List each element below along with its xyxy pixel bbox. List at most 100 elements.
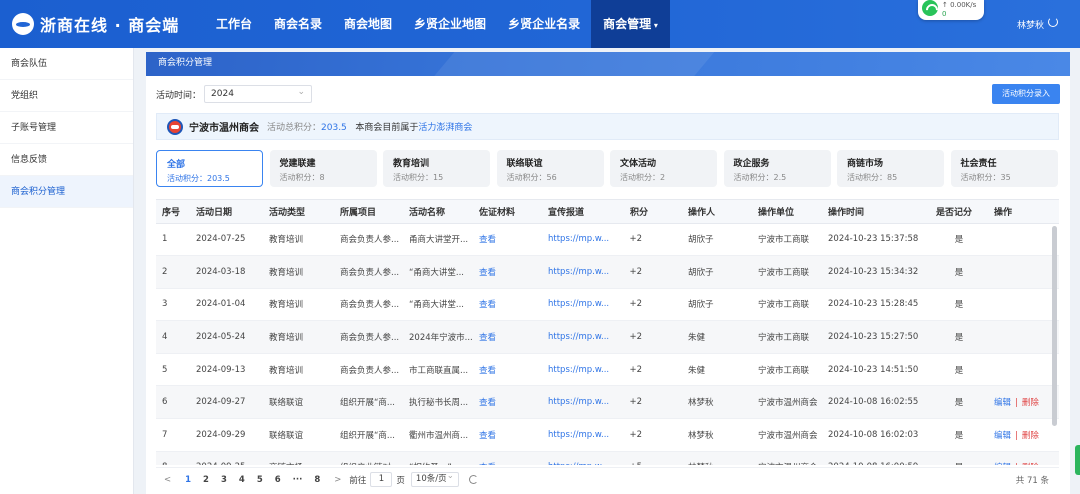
edit-button[interactable]: 编辑 (994, 398, 1011, 408)
goto-page-input[interactable]: 1 (370, 472, 393, 487)
delete-button[interactable]: 删除 (1022, 398, 1039, 408)
cell-report-link[interactable]: https://mp.w... (542, 418, 624, 452)
cell-time: 2024-10-08 16:02:55 (822, 385, 930, 420)
cell-actions: 编辑 | 删除 (988, 418, 1059, 452)
category-tab-culture-sports[interactable]: 文体活动 活动积分：2 (610, 150, 717, 187)
activity-year-value: 2024 (211, 89, 234, 99)
refresh-icon[interactable] (468, 475, 478, 484)
edit-button[interactable]: 编辑 (994, 431, 1011, 441)
chamber-name: 宁波市温州商会 (189, 123, 259, 134)
page-number[interactable]: 6 (275, 475, 281, 485)
cell-evidence[interactable]: 查看 (473, 223, 542, 257)
cell-evidence[interactable]: 查看 (473, 288, 542, 322)
category-tab-education[interactable]: 教育培训 活动积分：15 (383, 150, 490, 187)
cell-report-link[interactable]: https://mp.w... (542, 223, 624, 257)
cell-evidence[interactable]: 查看 (473, 418, 542, 452)
cell-report-link[interactable]: https://mp.w... (542, 353, 624, 387)
table-row: 7 2024-09-29 联络联谊 组织开展“商... 衢州市温州商... 查看 https… (156, 418, 1059, 452)
nav-workbench[interactable]: 工作台 (205, 0, 263, 48)
cell-activity-name: “甬商大讲堂... (403, 255, 473, 289)
cell-project: 商会负责人参... (334, 320, 403, 354)
cell-counted: 是 (930, 255, 988, 289)
category-score: 活动积分：203.5 (167, 174, 230, 183)
category-tab-market[interactable]: 商链市场 活动积分：85 (837, 150, 944, 187)
column-header: 操作单位 (752, 200, 822, 224)
delete-button[interactable]: 删除 (1022, 463, 1039, 465)
page-size-select[interactable]: 10条/页 (410, 470, 459, 487)
page-suffix: 页 (396, 475, 405, 486)
belong-text: 本商会目前属于 (355, 123, 419, 133)
cell-time: 2024-10-23 15:34:32 (822, 255, 930, 289)
filter-label: 活动时间： (156, 90, 202, 101)
page-number[interactable]: 8 (314, 475, 320, 485)
activity-year-select[interactable]: 2024 (204, 84, 313, 103)
chamber-level: 活力澎湃商会 (418, 123, 473, 133)
cell-time: 2024-10-23 15:27:50 (822, 320, 930, 354)
nav-enterprise-directory[interactable]: 乡贤企业名录 (497, 0, 591, 48)
nav-chamber-directory[interactable]: 商会名录 (263, 0, 333, 48)
cell-time: 2024-10-08 16:00:59 (822, 451, 930, 465)
user-name[interactable]: 林梦秋 (1017, 18, 1044, 31)
table-scrollbar[interactable] (1052, 226, 1057, 426)
sidebar-item-points-management[interactable]: 商会积分管理 (0, 176, 133, 208)
cell-index: 4 (156, 320, 190, 354)
logout-icon[interactable] (1048, 17, 1058, 27)
category-tab-social-responsibility[interactable]: 社会责任 活动积分：35 (950, 150, 1058, 187)
page-ellipsis[interactable]: ··· (293, 475, 303, 485)
delete-button[interactable]: 删除 (1022, 431, 1039, 441)
cell-counted: 是 (930, 320, 988, 354)
next-page-button[interactable]: > (334, 475, 341, 485)
side-handle[interactable] (1075, 445, 1080, 475)
column-header: 活动类型 (263, 200, 334, 224)
page-number[interactable]: 3 (221, 475, 227, 485)
nav-chamber-map[interactable]: 商会地图 (333, 0, 403, 48)
cell-evidence[interactable]: 查看 (473, 451, 542, 465)
cell-index: 6 (156, 385, 190, 420)
sidebar-item-feedback[interactable]: 信息反馈 (0, 144, 133, 176)
page-number[interactable]: 2 (203, 475, 209, 485)
cell-evidence[interactable]: 查看 (473, 385, 542, 420)
summary-bar: 宁波市温州商会 活动总积分：203.5 本商会目前属于活力澎湃商会 (156, 113, 1059, 140)
page-number[interactable]: 5 (257, 475, 263, 485)
category-tab-all[interactable]: 全部 活动积分：203.5 (156, 150, 263, 187)
cell-report-link[interactable]: https://mp.w... (542, 451, 624, 465)
table-row: 1 2024-07-25 教育培训 商会负责人参... 甬商大讲堂开... 查看 https… (156, 223, 1059, 257)
cell-type: 教育培训 (263, 288, 334, 322)
action-separator: | (1015, 463, 1018, 465)
page-number[interactable]: 4 (239, 475, 245, 485)
cell-type: 联络联谊 (263, 418, 334, 452)
cell-evidence[interactable]: 查看 (473, 255, 542, 289)
cell-report-link[interactable]: https://mp.w... (542, 288, 624, 322)
sidebar-item-sub-accounts[interactable]: 子账号管理 (0, 112, 133, 144)
cell-report-link[interactable]: https://mp.w... (542, 255, 624, 289)
points-entry-button[interactable]: 活动积分录入 (992, 84, 1060, 104)
prev-page-button[interactable]: < (164, 475, 171, 485)
cell-project: 组织开展“商... (334, 385, 403, 420)
cell-points: +2 (624, 255, 682, 289)
category-tab-liaison[interactable]: 联络联谊 活动积分：56 (496, 150, 604, 187)
main-nav: 工作台 商会名录 商会地图 乡贤企业地图 乡贤企业名录 商会管理 (205, 0, 670, 48)
cell-report-link[interactable]: https://mp.w... (542, 320, 624, 354)
logo-icon (12, 13, 34, 35)
cell-time: 2024-10-23 15:28:45 (822, 288, 930, 322)
category-name: 联络联谊 (506, 159, 543, 169)
page-title-banner: 商会积分管理 (146, 52, 1070, 76)
category-tab-party[interactable]: 党建联建 活动积分：8 (269, 150, 377, 187)
app-logo[interactable]: 浙商在线 · 商会端 (0, 12, 205, 36)
nav-enterprise-map[interactable]: 乡贤企业地图 (403, 0, 497, 48)
category-score: 活动积分：56 (506, 173, 557, 182)
app-title: 浙商在线 · 商会端 (40, 16, 180, 35)
nav-chamber-management[interactable]: 商会管理 (591, 0, 670, 48)
cell-evidence[interactable]: 查看 (473, 353, 542, 387)
category-tab-gov-services[interactable]: 政企服务 活动积分：2.5 (723, 150, 831, 187)
edit-button[interactable]: 编辑 (994, 463, 1011, 465)
cell-unit: 宁波市工商联 (752, 255, 822, 289)
cell-index: 2 (156, 255, 190, 289)
cell-report-link[interactable]: https://mp.w... (542, 385, 624, 420)
category-score: 活动积分：8 (279, 173, 325, 182)
sidebar-item-chamber-team[interactable]: 商会队伍 (0, 48, 133, 80)
page-number[interactable]: 1 (185, 475, 191, 485)
cell-evidence[interactable]: 查看 (473, 320, 542, 354)
cell-activity-name: “甬商大讲堂... (403, 288, 473, 322)
sidebar-item-party-org[interactable]: 党组织 (0, 80, 133, 112)
